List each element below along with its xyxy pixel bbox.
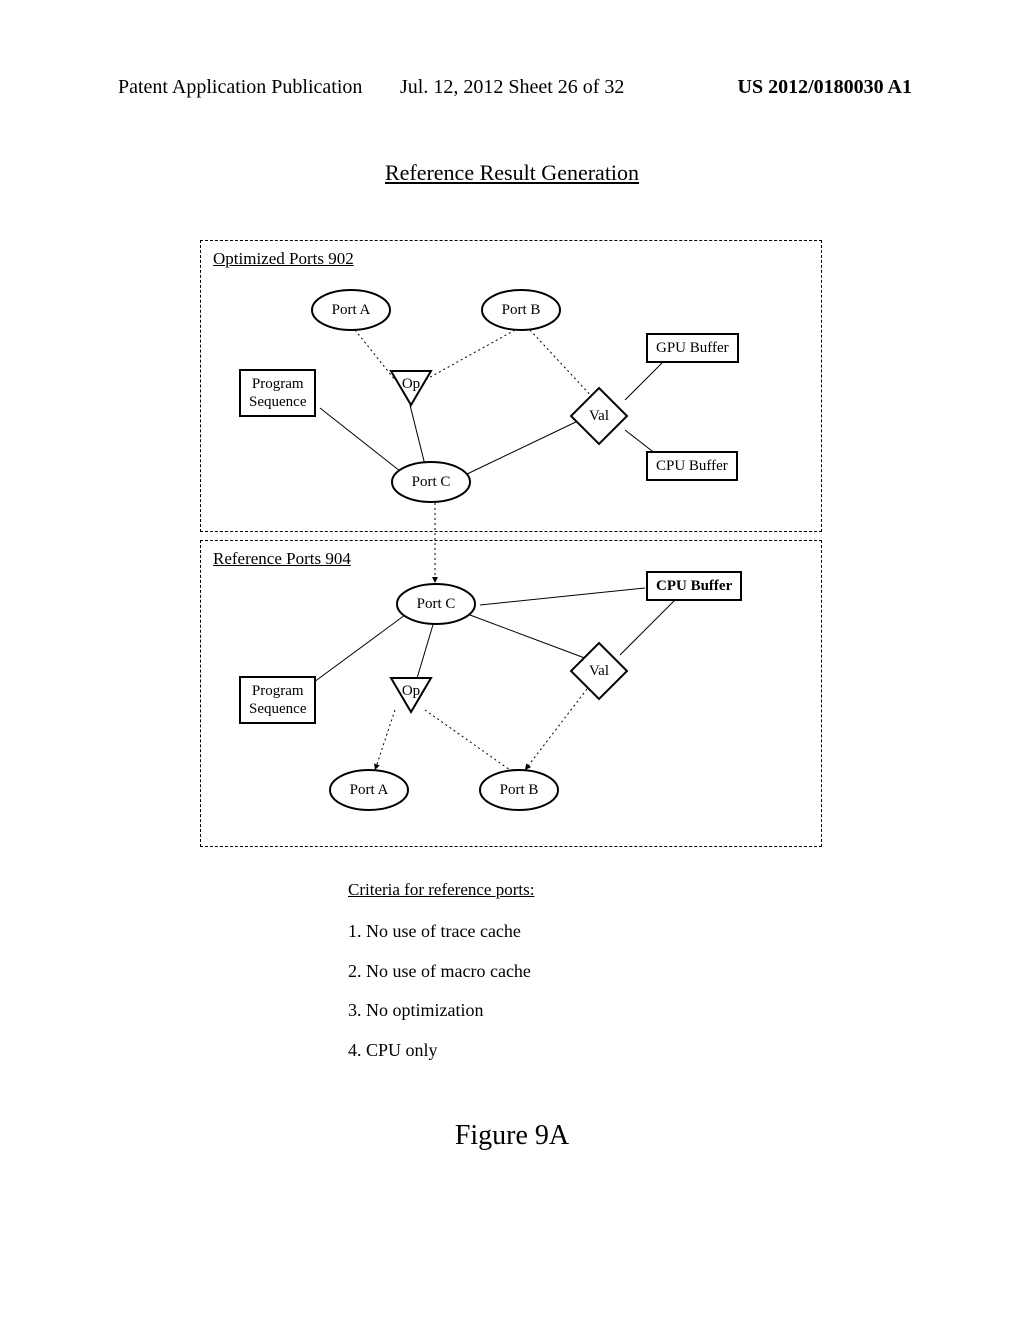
criteria-item-1: 1. No use of trace cache — [348, 912, 531, 952]
criteria-item-2: 2. No use of macro cache — [348, 952, 531, 992]
node-op: Op — [389, 369, 433, 407]
label-port-b: Port B — [502, 302, 541, 319]
header-center: Jul. 12, 2012 Sheet 26 of 32 — [400, 76, 624, 99]
header-left: Patent Application Publication — [118, 76, 362, 99]
node-port-a: Port A — [311, 289, 391, 331]
patent-page: Patent Application Publication Jul. 12, … — [0, 0, 1024, 1320]
node-val-b: Val — [569, 641, 629, 701]
label-val-b: Val — [589, 663, 609, 680]
panel-a-title: Optimized Ports 902 — [213, 249, 354, 269]
box-gpu-buffer: GPU Buffer — [646, 333, 739, 363]
diagram: Optimized Ports 902 Port A Port B Op Val… — [200, 240, 820, 860]
node-port-a-b: Port A — [329, 769, 409, 811]
label-port-c-b: Port C — [417, 596, 456, 613]
header-right: US 2012/0180030 A1 — [738, 76, 912, 99]
criteria-title: Criteria for reference ports: — [348, 880, 534, 900]
panel-b-title: Reference Ports 904 — [213, 549, 351, 569]
node-port-c: Port C — [391, 461, 471, 503]
node-port-c-b: Port C — [396, 583, 476, 625]
label-port-b-b: Port B — [500, 782, 539, 799]
criteria-list: 1. No use of trace cache 2. No use of ma… — [348, 912, 531, 1070]
criteria-item-4: 4. CPU only — [348, 1031, 531, 1071]
box-cpu-buffer: CPU Buffer — [646, 451, 738, 481]
diagram-title: Reference Result Generation — [0, 160, 1024, 186]
label-port-c: Port C — [412, 474, 451, 491]
node-port-b-b: Port B — [479, 769, 559, 811]
node-op-b: Op — [389, 676, 433, 714]
label-port-a-b: Port A — [350, 782, 389, 799]
label-val: Val — [589, 408, 609, 425]
box-cpu-buffer-b: CPU Buffer — [646, 571, 742, 601]
node-val: Val — [569, 386, 629, 446]
box-program-sequence-b: Program Sequence — [239, 676, 316, 724]
label-port-a: Port A — [332, 302, 371, 319]
criteria-item-3: 3. No optimization — [348, 991, 531, 1031]
label-op: Op — [402, 376, 420, 393]
panel-reference-ports: Reference Ports 904 Port C Op Val Port A… — [200, 540, 822, 847]
box-program-sequence: Program Sequence — [239, 369, 316, 417]
panel-optimized-ports: Optimized Ports 902 Port A Port B Op Val… — [200, 240, 822, 532]
figure-label: Figure 9A — [0, 1120, 1024, 1152]
node-port-b: Port B — [481, 289, 561, 331]
label-op-b: Op — [402, 683, 420, 700]
